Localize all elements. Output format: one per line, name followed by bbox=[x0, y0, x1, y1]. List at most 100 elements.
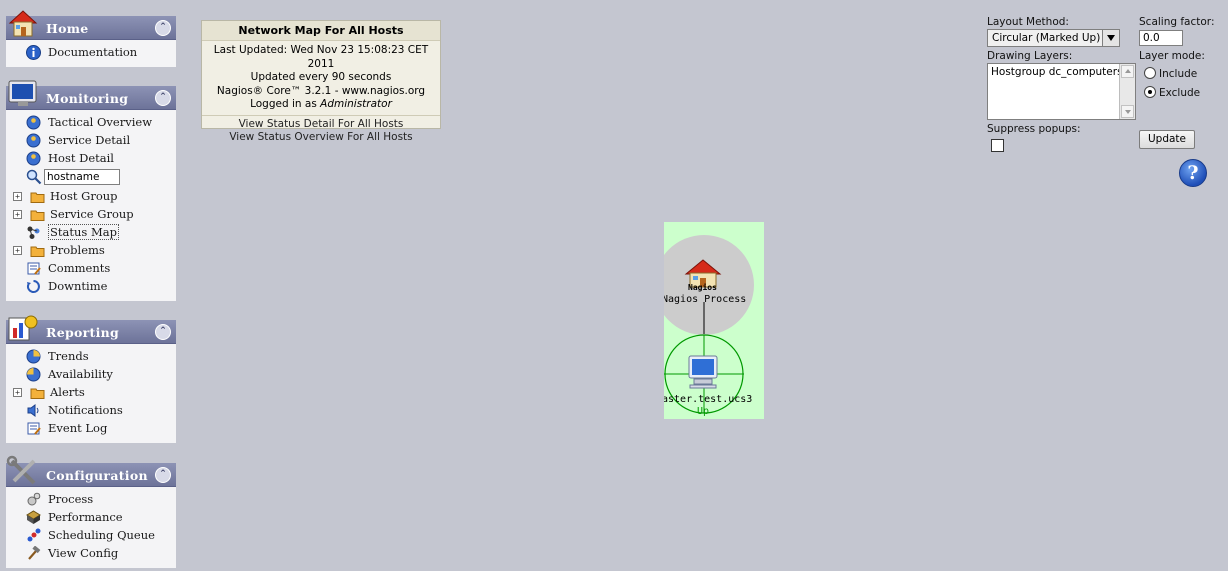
menu-trends[interactable]: Trends bbox=[6, 347, 176, 365]
menu-host-detail[interactable]: Host Detail bbox=[6, 149, 176, 167]
section-home: Home ⌃ Documentation bbox=[6, 10, 176, 67]
menu-tactical-overview[interactable]: Tactical Overview bbox=[6, 113, 176, 131]
reporting-icon bbox=[8, 315, 38, 341]
collapse-home-icon[interactable]: ⌃ bbox=[155, 20, 171, 36]
menu-view-config-label: View Config bbox=[48, 546, 119, 560]
menu-problems-label: Problems bbox=[50, 243, 105, 257]
menu-event-log-label: Event Log bbox=[48, 421, 108, 435]
host-computer-icon[interactable] bbox=[688, 355, 718, 389]
logged-in-prefix: Logged in as bbox=[250, 98, 321, 110]
menu-scheduling-queue-label: Scheduling Queue bbox=[48, 528, 155, 542]
section-configuration-title: Configuration bbox=[46, 468, 148, 483]
section-reporting-header[interactable]: Reporting ⌃ bbox=[6, 315, 176, 344]
help-icon[interactable]: ? bbox=[1179, 159, 1207, 187]
scroll-up-icon[interactable] bbox=[1121, 65, 1134, 78]
menu-event-log[interactable]: Event Log bbox=[6, 419, 176, 437]
section-home-header[interactable]: Home ⌃ bbox=[6, 10, 176, 40]
layout-method-select[interactable]: Circular (Marked Up) bbox=[987, 29, 1120, 47]
menu-host-group-label: Host Group bbox=[50, 189, 118, 203]
section-reporting-body: Trends Availability + Alerts Notificatio… bbox=[6, 344, 176, 443]
menu-process[interactable]: Process bbox=[6, 490, 176, 508]
menu-availability[interactable]: Availability bbox=[6, 365, 176, 383]
downtime-icon bbox=[26, 280, 40, 293]
scroll-down-icon[interactable] bbox=[1121, 105, 1134, 118]
section-configuration: Configuration ⌃ Process Performance Sche… bbox=[6, 455, 176, 568]
menu-comments[interactable]: Comments bbox=[6, 259, 176, 277]
menu-alerts[interactable]: + Alerts bbox=[6, 383, 176, 401]
menu-downtime-label: Downtime bbox=[48, 279, 108, 293]
host-search-row bbox=[6, 167, 176, 187]
availability-icon bbox=[26, 367, 41, 382]
version-text: Nagios® Core™ 3.2.1 - www.nagios.org bbox=[216, 84, 426, 97]
nagios-logo-text: Nagios bbox=[688, 283, 717, 292]
comment-icon bbox=[27, 262, 41, 275]
trends-icon bbox=[26, 349, 41, 364]
folder-icon bbox=[30, 388, 45, 399]
collapse-monitoring-icon[interactable]: ⌃ bbox=[155, 90, 171, 106]
menu-host-group[interactable]: + Host Group bbox=[6, 187, 176, 205]
menu-scheduling-queue[interactable]: Scheduling Queue bbox=[6, 526, 176, 544]
search-icon[interactable] bbox=[26, 169, 42, 185]
menu-documentation-label: Documentation bbox=[48, 45, 138, 59]
menu-status-map-label: Status Map bbox=[48, 224, 119, 240]
section-home-body: Documentation bbox=[6, 40, 176, 67]
layout-method-label: Layout Method: bbox=[987, 16, 1069, 28]
host-search-input[interactable] bbox=[44, 169, 120, 185]
menu-tactical-overview-label: Tactical Overview bbox=[48, 115, 153, 129]
drawing-layer-option[interactable]: Hostgroup dc_computers bbox=[991, 66, 1132, 78]
section-monitoring: Monitoring ⌃ Tactical Overview Service D… bbox=[6, 80, 176, 301]
status-map-canvas[interactable]: Nagios Nagios Process aster.test.ucs3 Up bbox=[664, 222, 764, 419]
collapse-configuration-icon[interactable]: ⌃ bbox=[155, 467, 171, 483]
menu-documentation[interactable]: Documentation bbox=[6, 43, 176, 61]
menu-notifications[interactable]: Notifications bbox=[6, 401, 176, 419]
home-icon bbox=[8, 10, 38, 37]
listbox-scrollbar[interactable] bbox=[1119, 64, 1135, 119]
folder-icon bbox=[30, 210, 45, 221]
logged-in-text: Logged in as Administrator bbox=[202, 98, 440, 112]
section-monitoring-header[interactable]: Monitoring ⌃ bbox=[6, 80, 176, 110]
monitor-icon bbox=[26, 115, 41, 130]
update-button[interactable]: Update bbox=[1139, 130, 1195, 149]
event-log-icon bbox=[27, 422, 41, 435]
layer-mode-label: Layer mode: bbox=[1139, 50, 1205, 62]
expand-problems-icon[interactable]: + bbox=[13, 246, 22, 255]
view-status-detail-link[interactable]: View Status Detail For All Hosts bbox=[202, 118, 440, 132]
last-updated-text: Last Updated: Wed Nov 23 15:08:23 CET 20… bbox=[213, 44, 429, 70]
menu-downtime[interactable]: Downtime bbox=[6, 277, 176, 295]
menu-view-config[interactable]: View Config bbox=[6, 544, 176, 562]
menu-performance[interactable]: Performance bbox=[6, 508, 176, 526]
menu-host-detail-label: Host Detail bbox=[48, 151, 114, 165]
exclude-radio[interactable] bbox=[1144, 86, 1156, 98]
section-configuration-header[interactable]: Configuration ⌃ bbox=[6, 455, 176, 487]
menu-comments-label: Comments bbox=[48, 261, 111, 275]
nagios-process-label: Nagios Process bbox=[664, 294, 747, 305]
exclude-label: Exclude bbox=[1159, 87, 1201, 99]
scaling-factor-label: Scaling factor: bbox=[1139, 16, 1215, 28]
menu-trends-label: Trends bbox=[48, 349, 89, 363]
suppress-popups-checkbox[interactable] bbox=[991, 139, 1004, 152]
dropdown-arrow-icon[interactable] bbox=[1102, 30, 1119, 46]
expand-service-group-icon[interactable]: + bbox=[13, 210, 22, 219]
host-status-label: Up bbox=[697, 406, 710, 417]
collapse-reporting-icon[interactable]: ⌃ bbox=[155, 324, 171, 340]
folder-icon bbox=[30, 246, 45, 257]
include-radio[interactable] bbox=[1144, 67, 1156, 79]
drawing-layers-label: Drawing Layers: bbox=[987, 50, 1073, 62]
status-map-icon bbox=[27, 226, 40, 239]
monitor-screen-icon bbox=[8, 80, 37, 106]
menu-service-detail[interactable]: Service Detail bbox=[6, 131, 176, 149]
chip-icon bbox=[26, 510, 41, 524]
expand-alerts-icon[interactable]: + bbox=[13, 388, 22, 397]
scaling-factor-input[interactable]: 0.0 bbox=[1139, 30, 1183, 46]
menu-problems[interactable]: + Problems bbox=[6, 241, 176, 259]
menu-service-group[interactable]: + Service Group bbox=[6, 205, 176, 223]
queue-icon bbox=[27, 528, 41, 542]
view-status-overview-link[interactable]: View Status Overview For All Hosts bbox=[202, 131, 440, 145]
drawing-layers-listbox[interactable]: Hostgroup dc_computers bbox=[987, 63, 1136, 120]
monitor-icon bbox=[26, 133, 41, 148]
menu-service-group-label: Service Group bbox=[50, 207, 134, 221]
network-map-info-box: Network Map For All Hosts Last Updated: … bbox=[201, 20, 441, 143]
expand-host-group-icon[interactable]: + bbox=[13, 192, 22, 201]
menu-status-map[interactable]: Status Map bbox=[6, 223, 176, 241]
host-name-label: aster.test.ucs3 bbox=[664, 394, 753, 405]
